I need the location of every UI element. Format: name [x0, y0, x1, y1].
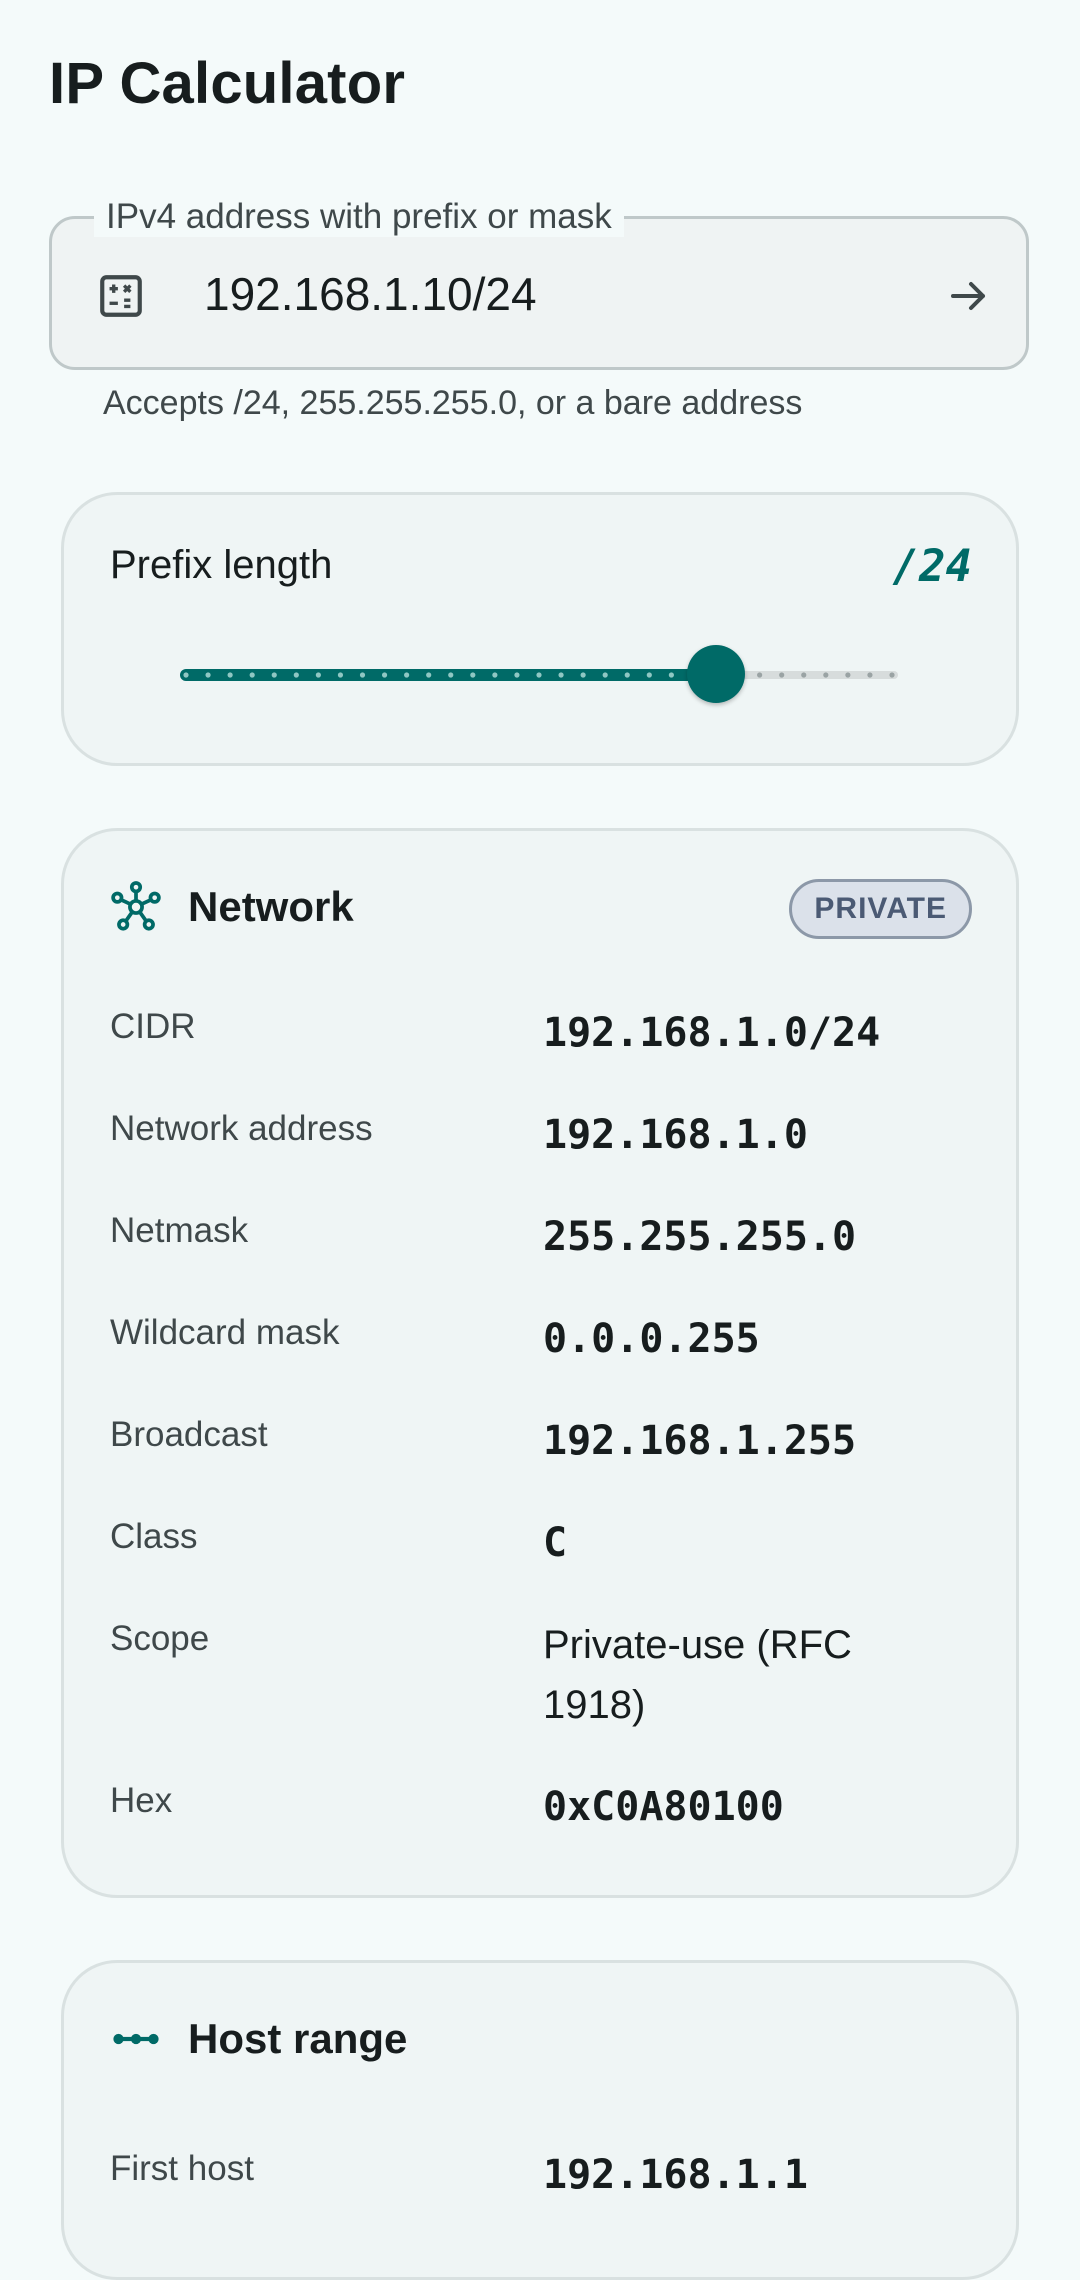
slider-tick: [337, 672, 344, 678]
row-key: Network address: [110, 1109, 373, 1148]
slider-tick: [271, 672, 277, 678]
ip-input-field[interactable]: IPv4 address with prefix or mask: [49, 197, 1029, 370]
slider-tick: [602, 672, 608, 678]
slider-tick: [183, 672, 189, 678]
row-broadcast: Broadcast 192.168.1.255: [110, 1407, 980, 1509]
slider-tick: [558, 672, 564, 678]
slider-tick: [293, 672, 299, 678]
slider-tick: [404, 672, 410, 678]
row-key: Scope: [110, 1619, 210, 1658]
row-key: CIDR: [110, 1007, 196, 1046]
slider-tick: [845, 672, 851, 678]
row-key: Class: [110, 1517, 198, 1556]
row-key: First host: [110, 2149, 254, 2188]
network-title: Network: [188, 883, 354, 930]
slider-tick: [514, 672, 520, 678]
row-scope: Scope Private-use (RFC 1918): [110, 1611, 980, 1773]
row-wildcard-mask: Wildcard mask 0.0.0.255: [110, 1305, 980, 1407]
host-range-rows: First host 192.168.1.1: [110, 2141, 980, 2243]
slider-tick: [315, 672, 321, 678]
slider-tick: [646, 672, 652, 678]
row-value: 192.168.1.255: [543, 1418, 857, 1464]
status-badge: PRIVATE: [789, 879, 972, 939]
slider-tick: [668, 672, 674, 678]
row-class: Class C: [110, 1509, 980, 1611]
row-value: 192.168.1.1: [543, 2152, 808, 2198]
slider-tick: [889, 672, 895, 678]
prefix-value: /24: [892, 541, 972, 592]
row-key: Netmask: [110, 1211, 249, 1250]
slider-tick: [580, 672, 586, 678]
slider-thumb[interactable]: [686, 645, 745, 703]
slider-tick: [867, 672, 873, 678]
row-key: Wildcard mask: [110, 1313, 340, 1352]
row-key: Hex: [110, 1781, 173, 1820]
slider-tick: [359, 672, 366, 678]
row-key: Broadcast: [110, 1415, 268, 1454]
calculator-icon: [96, 271, 146, 321]
slider-tick: [823, 672, 829, 678]
row-hex: Hex 0xC0A80100: [110, 1773, 980, 1875]
linear-scale-icon: [108, 2011, 164, 2067]
host-range-title: Host range: [188, 2015, 408, 2062]
slider-tick: [249, 672, 255, 678]
ip-input[interactable]: [204, 255, 904, 333]
slider-tick: [492, 672, 498, 678]
page-title: IP Calculator: [49, 51, 406, 116]
network-card: Network PRIVATE CIDR 192.168.1.0/24 Netw…: [61, 828, 1019, 1898]
row-network-address: Network address 192.168.1.0: [110, 1101, 980, 1203]
slider-tick: [227, 672, 233, 678]
slider-tick: [536, 672, 542, 678]
hub-icon: [108, 879, 164, 935]
slider-tick: [757, 672, 763, 678]
row-cidr: CIDR 192.168.1.0/24: [110, 999, 980, 1101]
network-header: Network: [108, 879, 354, 935]
row-value: 0xC0A80100: [543, 1784, 784, 1830]
arrow-forward-icon[interactable]: [932, 259, 1006, 333]
slider-tick: [779, 672, 785, 678]
prefix-label: Prefix length: [110, 543, 333, 587]
host-range-header: Host range: [108, 2011, 407, 2067]
row-first-host: First host 192.168.1.1: [110, 2141, 980, 2243]
row-value: C: [543, 1520, 568, 1566]
slider-tick: [426, 672, 432, 678]
slider-tick: [205, 672, 211, 678]
ip-input-helper: Accepts /24, 255.255.255.0, or a bare ad…: [103, 384, 803, 422]
row-value: 255.255.255.0: [543, 1214, 857, 1260]
slider-tick: [624, 672, 630, 678]
host-range-card: Host range First host 192.168.1.1: [61, 1960, 1019, 2280]
prefix-slider[interactable]: [180, 645, 898, 705]
row-value: 192.168.1.0: [543, 1112, 808, 1158]
network-rows: CIDR 192.168.1.0/24 Network address 192.…: [110, 999, 980, 1875]
ip-input-label: IPv4 address with prefix or mask: [94, 197, 624, 237]
row-netmask: Netmask 255.255.255.0: [110, 1203, 980, 1305]
slider-tick: [470, 672, 476, 678]
prefix-card: Prefix length /24: [61, 492, 1019, 766]
slider-ticks: [183, 672, 895, 678]
slider-tick: [448, 672, 454, 678]
row-value: Private-use (RFC 1918): [543, 1623, 852, 1727]
slider-tick: [801, 672, 807, 678]
row-value: 192.168.1.0/24: [543, 1010, 881, 1056]
slider-tick: [381, 672, 388, 678]
row-value: 0.0.0.255: [543, 1316, 760, 1362]
